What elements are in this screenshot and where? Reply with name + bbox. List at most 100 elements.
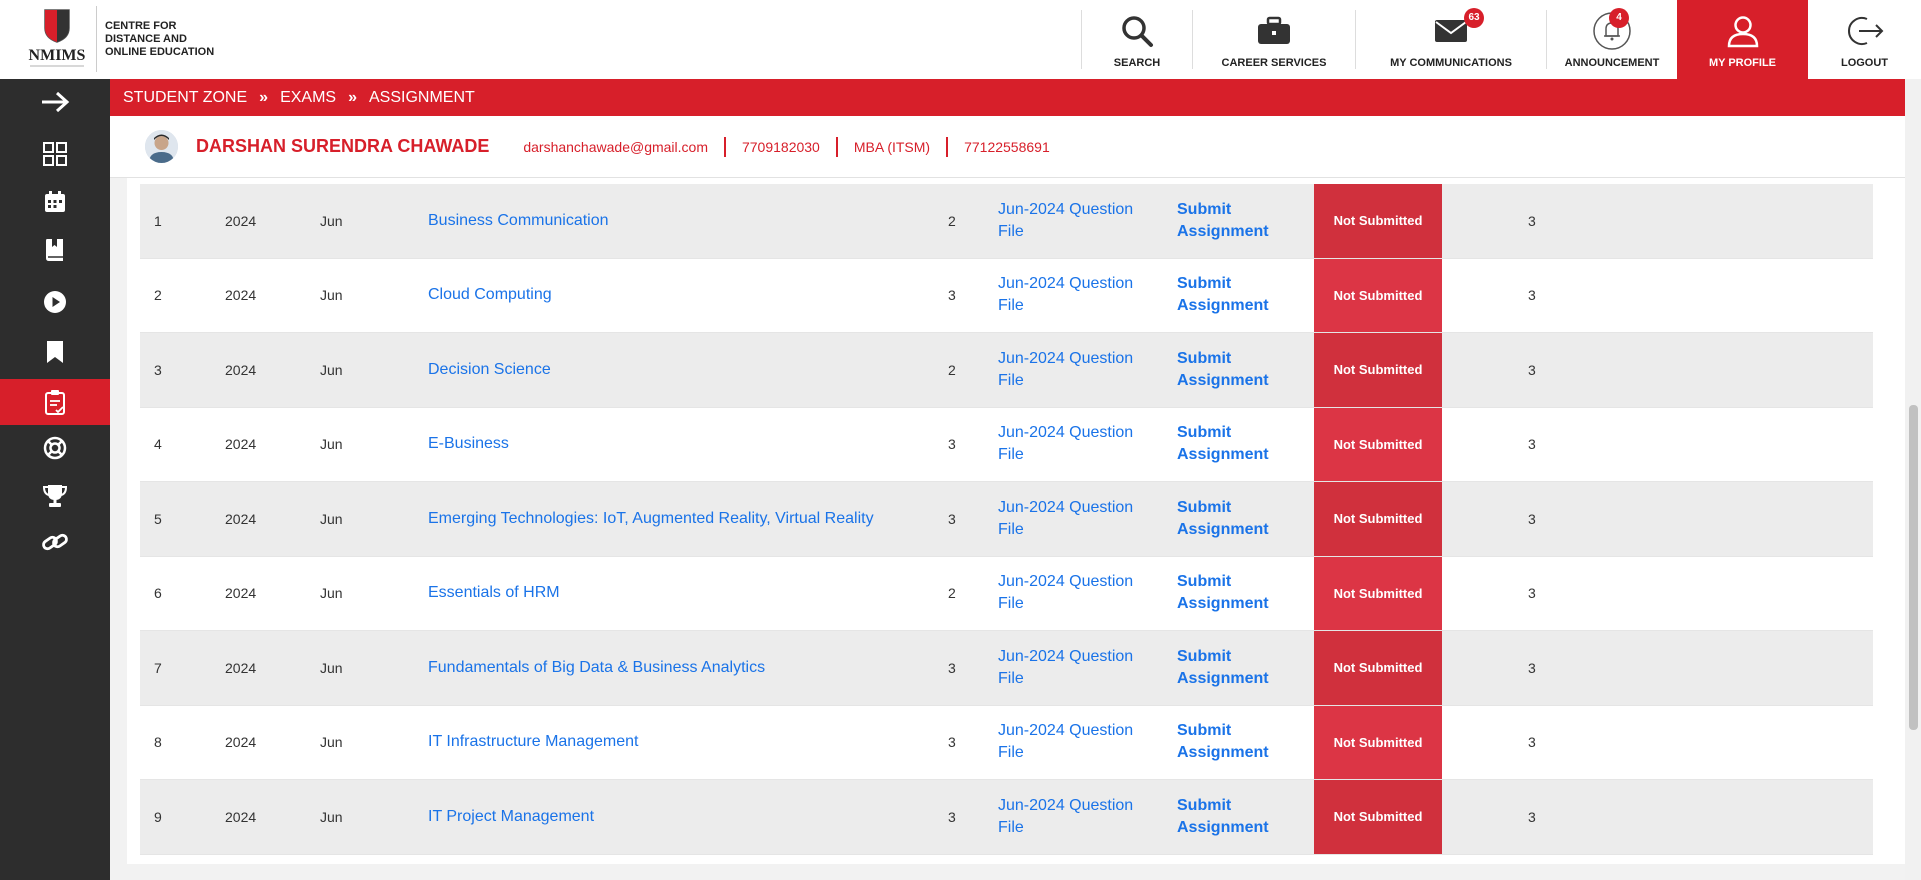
- question-file-link-line-2: File: [998, 818, 1024, 836]
- attempts-count: 3: [1528, 212, 1536, 229]
- sidebar-item-dashboard[interactable]: [0, 131, 110, 177]
- status-badge: Not Submitted: [1314, 333, 1442, 407]
- nav-career-services[interactable]: CAREER SERVICES: [1193, 0, 1355, 79]
- search-icon: [1117, 11, 1157, 51]
- subject-link[interactable]: Decision Science: [428, 333, 551, 407]
- submit-assignment-link[interactable]: Submit Assignment: [1177, 631, 1297, 705]
- submit-assignment-link-line-2: Assignment: [1177, 744, 1269, 762]
- student-email: darshanchawade@gmail.com: [523, 138, 708, 155]
- credits: 2: [948, 212, 956, 229]
- sidebar-item-achievements[interactable]: [0, 473, 110, 519]
- subject-link[interactable]: Essentials of HRM: [428, 557, 560, 631]
- avatar[interactable]: [145, 130, 178, 163]
- sidebar-item-links[interactable]: [0, 519, 110, 565]
- sidebar-item-calendar[interactable]: [0, 179, 110, 225]
- submit-assignment-link-line-1: Submit: [1177, 722, 1232, 740]
- question-file-link-line-2: File: [998, 520, 1024, 538]
- attempts-count: 3: [1528, 510, 1536, 527]
- question-file-link[interactable]: Jun-2024 Question File: [998, 557, 1148, 631]
- subject-link[interactable]: Emerging Technologies: IoT, Augmented Re…: [428, 482, 874, 556]
- exam-year: 2024: [225, 212, 257, 229]
- sidebar-item-assignments[interactable]: [0, 379, 110, 425]
- submit-assignment-link[interactable]: Submit Assignment: [1177, 184, 1297, 258]
- submit-assignment-link[interactable]: Submit Assignment: [1177, 557, 1297, 631]
- question-file-link[interactable]: Jun-2024 Question File: [998, 631, 1148, 705]
- status-badge: Not Submitted: [1314, 705, 1442, 779]
- submit-assignment-link-line-2: Assignment: [1177, 371, 1269, 389]
- submit-assignment-link-line-1: Submit: [1177, 647, 1232, 665]
- exam-month: Jun: [320, 808, 343, 825]
- trophy-icon: [42, 485, 68, 507]
- row-number: 8: [154, 734, 162, 751]
- credits: 3: [948, 510, 956, 527]
- submit-assignment-link[interactable]: Submit Assignment: [1177, 408, 1297, 482]
- exam-month: Jun: [320, 585, 343, 602]
- attempts-count: 3: [1528, 585, 1536, 602]
- table-row: 5 2024 Jun Emerging Technologies: IoT, Augm…: [140, 482, 1873, 557]
- question-file-link[interactable]: Jun-2024 Question File: [998, 780, 1148, 854]
- submit-assignment-link[interactable]: Submit Assignment: [1177, 482, 1297, 556]
- question-file-link[interactable]: Jun-2024 Question File: [998, 482, 1148, 556]
- question-file-link-line-1: Jun-2024 Question: [998, 349, 1134, 367]
- submit-assignment-link[interactable]: Submit Assignment: [1177, 333, 1297, 407]
- sidebar-item-bookmarks[interactable]: [0, 329, 110, 375]
- sidebar-expand[interactable]: [0, 79, 110, 125]
- question-file-link-line-2: File: [998, 669, 1024, 687]
- subject-link[interactable]: IT Infrastructure Management: [428, 706, 638, 780]
- status-badge: Not Submitted: [1314, 780, 1442, 854]
- nav-announcement[interactable]: 4 ANNOUNCEMENT: [1547, 0, 1677, 79]
- assignment-icon: [45, 390, 65, 415]
- submit-assignment-link[interactable]: Submit Assignment: [1177, 259, 1297, 333]
- subject-link[interactable]: IT Project Management: [428, 780, 594, 854]
- submit-assignment-link[interactable]: Submit Assignment: [1177, 706, 1297, 780]
- expand-arrow-icon: [42, 91, 70, 113]
- nmims-logo[interactable]: NMIMS: [18, 6, 96, 74]
- subject-link[interactable]: Business Communication: [428, 184, 609, 258]
- sidebar-item-support[interactable]: [0, 425, 110, 471]
- nav-my-communications-label: MY COMMUNICATIONS: [1390, 57, 1512, 69]
- breadcrumb-student-zone[interactable]: STUDENT ZONE: [123, 89, 247, 107]
- subject-link[interactable]: Fundamentals of Big Data & Business Anal…: [428, 631, 765, 705]
- row-number: 1: [154, 212, 162, 229]
- breadcrumb-separator: »: [259, 88, 269, 106]
- breadcrumb-exams[interactable]: EXAMS: [280, 89, 336, 107]
- nav-my-profile[interactable]: MY PROFILE: [1677, 0, 1808, 79]
- status-badge: Not Submitted: [1314, 407, 1442, 481]
- question-file-link[interactable]: Jun-2024 Question File: [998, 184, 1148, 258]
- table-row: 1 2024 Jun Business Communication 2 Jun-2024 …: [140, 184, 1873, 259]
- submit-assignment-link-line-2: Assignment: [1177, 222, 1269, 240]
- nav-logout[interactable]: LOGOUT: [1808, 0, 1921, 79]
- announcement-badge: 4: [1609, 8, 1629, 28]
- logo-divider: [96, 6, 97, 72]
- question-file-link[interactable]: Jun-2024 Question File: [998, 333, 1148, 407]
- subject-link[interactable]: E-Business: [428, 408, 509, 482]
- question-file-link[interactable]: Jun-2024 Question File: [998, 259, 1148, 333]
- submit-assignment-link-line-2: Assignment: [1177, 446, 1269, 464]
- sidebar-item-videos[interactable]: [0, 279, 110, 325]
- credits: 3: [948, 734, 956, 751]
- question-file-link-line-1: Jun-2024 Question: [998, 498, 1134, 516]
- question-file-link[interactable]: Jun-2024 Question File: [998, 408, 1148, 482]
- submit-assignment-link-line-2: Assignment: [1177, 595, 1269, 613]
- student-name: DARSHAN SURENDRA CHAWADE: [196, 136, 490, 156]
- sidebar: [0, 79, 110, 880]
- exam-year: 2024: [225, 436, 257, 453]
- divider: [835, 136, 838, 157]
- submit-assignment-link[interactable]: Submit Assignment: [1177, 780, 1297, 854]
- nav-search[interactable]: SEARCH: [1082, 0, 1192, 79]
- question-file-link[interactable]: Jun-2024 Question File: [998, 706, 1148, 780]
- breadcrumb-assignment[interactable]: ASSIGNMENT: [369, 89, 475, 107]
- status-badge: Not Submitted: [1314, 482, 1442, 556]
- book-icon: [46, 239, 63, 261]
- status-badge: Not Submitted: [1314, 556, 1442, 630]
- question-file-link-line-2: File: [998, 222, 1024, 240]
- svg-text:NMIMS: NMIMS: [29, 47, 86, 64]
- page-scrollbar[interactable]: [1905, 79, 1921, 880]
- nav-my-communications[interactable]: 63 MY COMMUNICATIONS: [1356, 0, 1546, 79]
- sidebar-item-library[interactable]: [0, 227, 110, 273]
- row-number: 6: [154, 585, 162, 602]
- subject-link[interactable]: Cloud Computing: [428, 259, 552, 333]
- scrollbar-thumb[interactable]: [1909, 405, 1918, 730]
- top-nav: SEARCH CAREER SERVICES 63 MY COMMUNICATI…: [1081, 0, 1921, 79]
- briefcase-icon: [1254, 11, 1294, 51]
